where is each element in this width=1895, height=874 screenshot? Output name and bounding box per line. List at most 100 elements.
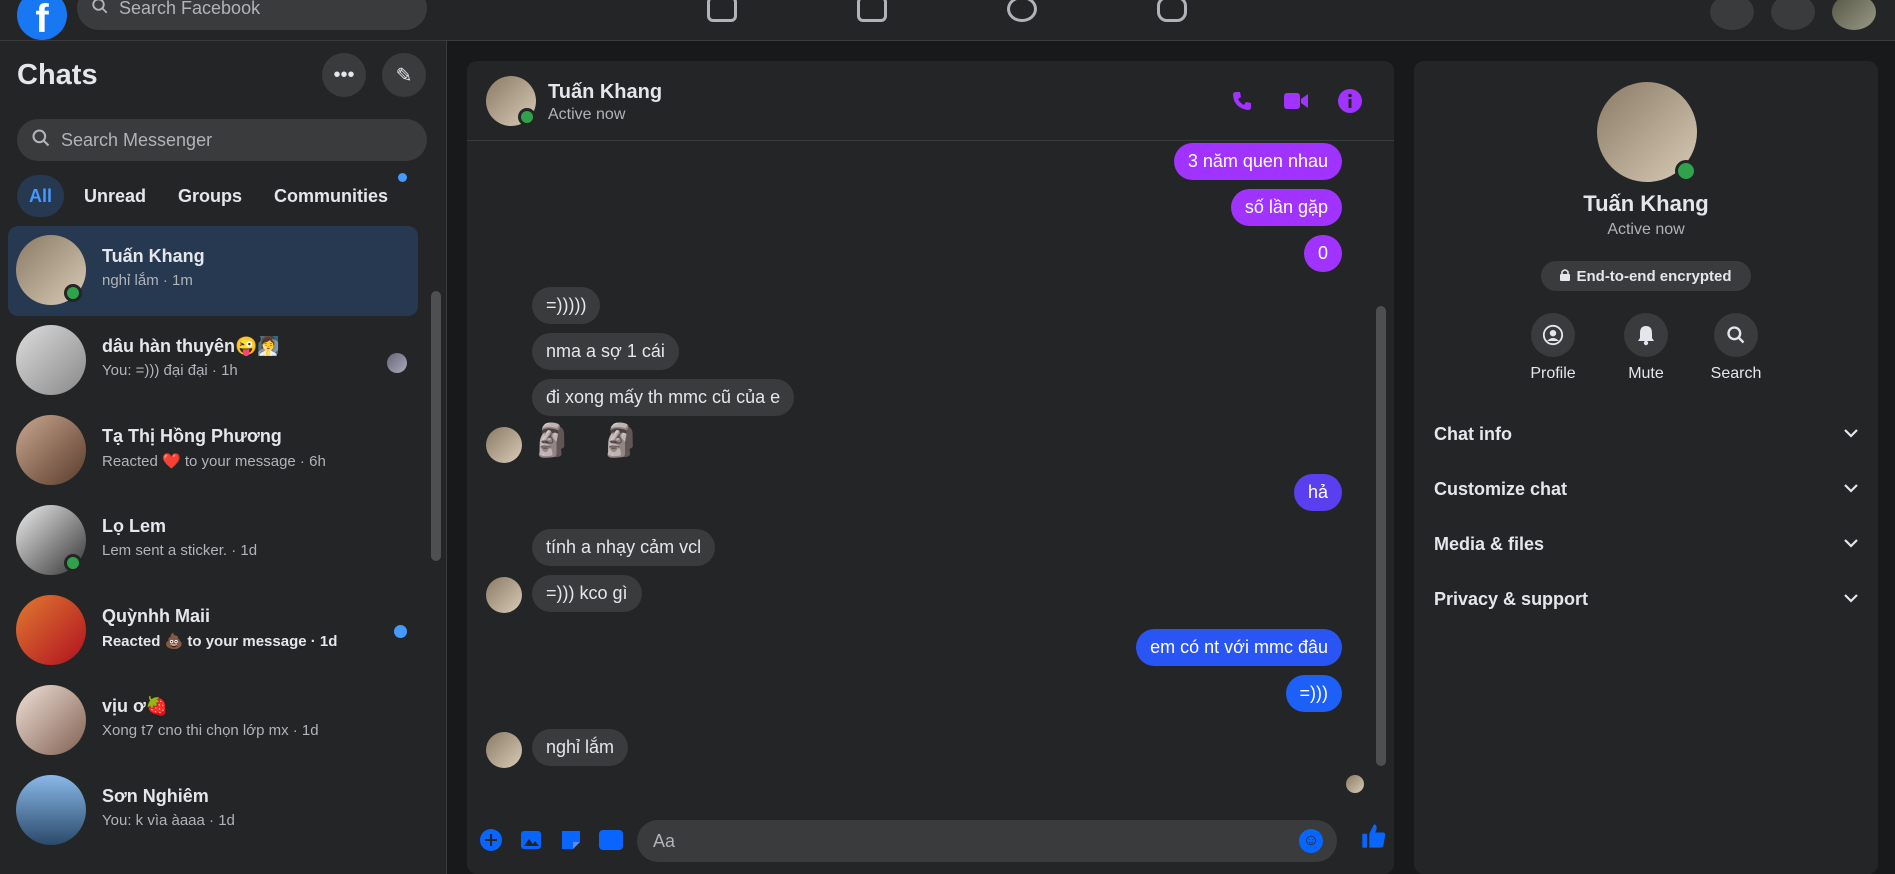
chat-item-son-nghiem[interactable]: Sơn Nghiêm You: k vìa àaaa · 1d [8, 766, 418, 856]
chevron-down-icon [1844, 535, 1858, 553]
section-label: Media & files [1434, 533, 1545, 554]
message-bubble-incoming[interactable]: =))))) [532, 287, 601, 324]
search-conversation-button[interactable]: Search [1691, 313, 1781, 383]
message-bubble-incoming[interactable]: nghỉ lắm [532, 729, 629, 766]
sticker-icon[interactable] [557, 826, 585, 854]
conversation-name[interactable]: Tuấn Khang [548, 81, 662, 104]
tab-communities[interactable]: Communities [262, 175, 400, 217]
message-bubble-outgoing[interactable]: hả [1293, 474, 1342, 511]
online-indicator [64, 284, 82, 302]
chat-list: Tuấn Khang nghỉ lắm · 1m dâu hàn thuyên😜… [8, 226, 418, 856]
message-bubble-incoming[interactable]: nma a sợ 1 cái [532, 333, 679, 370]
sticker-message[interactable]: 🗿 🗿 [532, 421, 651, 459]
facebook-search-placeholder: Search Facebook [119, 0, 261, 18]
message-thread: 3 năm quen nhau số lần gặp 0 =))))) nma … [467, 141, 1372, 801]
chat-item-lo-lem[interactable]: Lọ Lem Lem sent a sticker. · 1d [8, 496, 418, 586]
avatar [16, 685, 86, 755]
section-privacy-support[interactable]: Privacy & support [1434, 579, 1858, 619]
avatar [16, 595, 86, 665]
conversation-details-panel: Tuấn Khang Active now End-to-end encrypt… [1414, 61, 1878, 874]
online-indicator [518, 108, 536, 126]
chat-item-quynhh-maii[interactable]: Quỳnhh Maii Reacted 💩 to your message · … [8, 586, 418, 676]
phone-call-icon[interactable] [1227, 86, 1257, 116]
chat-name: dâu hàn thuyên😜🧖‍♀️ [102, 336, 280, 356]
read-receipt-avatar [1346, 775, 1364, 793]
message-bubble-outgoing[interactable]: 3 năm quen nhau [1173, 143, 1342, 180]
emoji-icon[interactable]: ☺ [1299, 829, 1323, 853]
message-bubble-incoming[interactable]: tính a nhạy cảm vcl [532, 529, 716, 566]
image-icon[interactable] [517, 826, 545, 854]
tab-unread[interactable]: Unread [72, 175, 158, 217]
chat-item-tuan-khang[interactable]: Tuấn Khang nghỉ lắm · 1m [8, 226, 418, 316]
facebook-search-input[interactable]: Search Facebook [77, 0, 427, 30]
search-icon [91, 0, 109, 20]
avatar [486, 577, 522, 613]
chat-preview: You: k vìa àaaa · 1d [102, 812, 235, 829]
online-indicator [1675, 160, 1697, 182]
chat-preview: Xong t7 cno thi chọn lớp mx · 1d [102, 722, 319, 739]
thread-scrollbar-thumb[interactable] [1376, 306, 1386, 766]
profile-name: Tuấn Khang [1583, 191, 1709, 216]
thread-scrollbar[interactable] [1376, 146, 1386, 781]
more-options-button[interactable]: ••• [322, 53, 366, 97]
watch-icon[interactable] [857, 0, 887, 22]
profile-button[interactable]: Profile [1508, 313, 1598, 383]
message-bubble-outgoing[interactable]: em có nt với mmc đâu [1136, 629, 1342, 666]
notifications-icon[interactable] [1771, 0, 1815, 30]
sidebar-scrollbar-thumb[interactable] [431, 291, 441, 561]
message-input[interactable]: Aa ☺ [637, 820, 1337, 862]
encryption-badge[interactable]: End-to-end encrypted [1541, 261, 1751, 291]
communities-notification-dot [398, 173, 407, 182]
chevron-down-icon [1844, 425, 1858, 443]
chat-name: vịu ơ🍓 [102, 696, 169, 716]
chevron-down-icon [1844, 480, 1858, 498]
section-customize-chat[interactable]: Customize chat [1434, 469, 1858, 509]
chat-preview: nghỉ lắm · 1m [102, 272, 193, 289]
facebook-logo[interactable]: f [17, 0, 67, 41]
bell-icon [1624, 313, 1668, 357]
chats-sidebar: Chats ••• ✎ Search Messenger All Unread … [0, 41, 447, 874]
search-label: Search [1710, 365, 1762, 382]
message-input-placeholder: Aa [653, 830, 676, 851]
chat-item-viu-o[interactable]: vịu ơ🍓 Xong t7 cno thi chọn lớp mx · 1d [8, 676, 418, 766]
gaming-icon[interactable] [1157, 0, 1187, 22]
home-icon[interactable] [707, 0, 737, 22]
plus-icon[interactable] [477, 826, 505, 854]
search-icon [1714, 313, 1758, 357]
groups-icon[interactable] [1007, 0, 1037, 22]
message-bubble-incoming[interactable]: đi xong mấy th mmc cũ của e [532, 379, 795, 416]
message-bubble-incoming[interactable]: =))) kco gì [532, 575, 642, 612]
info-icon[interactable] [1335, 86, 1365, 116]
encryption-label: End-to-end encrypted [1576, 267, 1732, 285]
section-label: Customize chat [1434, 478, 1568, 499]
mute-button[interactable]: Mute [1601, 313, 1691, 383]
compose-icon: ✎ [395, 64, 413, 87]
chat-name: Lọ Lem [102, 516, 167, 536]
menu-grid-icon[interactable] [1710, 0, 1754, 30]
section-media-files[interactable]: Media & files [1434, 524, 1858, 564]
search-icon [31, 128, 51, 153]
section-label: Chat info [1434, 423, 1512, 444]
chat-item-dau-han-thuyen[interactable]: dâu hàn thuyên😜🧖‍♀️ You: =))) đại đại · … [8, 316, 418, 406]
more-icon: ••• [333, 63, 355, 86]
profile-status: Active now [1607, 221, 1685, 238]
section-chat-info[interactable]: Chat info [1434, 414, 1858, 454]
new-message-button[interactable]: ✎ [382, 53, 426, 97]
chat-item-ta-thi-hong-phuong[interactable]: Tạ Thị Hồng Phương Reacted ❤️ to your me… [8, 406, 418, 496]
messenger-search-input[interactable]: Search Messenger [17, 119, 427, 161]
message-bubble-outgoing[interactable]: số lần gặp [1230, 189, 1342, 226]
profile-avatar[interactable] [1832, 0, 1876, 30]
like-icon[interactable] [1360, 822, 1388, 857]
sidebar-scrollbar[interactable] [431, 251, 441, 851]
message-bubble-outgoing[interactable]: =))) [1285, 675, 1342, 712]
video-call-icon[interactable] [1281, 86, 1311, 116]
message-bubble-outgoing[interactable]: 0 [1303, 235, 1342, 272]
seen-avatar [387, 353, 407, 373]
tab-all[interactable]: All [17, 175, 65, 217]
chat-name: Tạ Thị Hồng Phương [102, 426, 282, 446]
unread-indicator [394, 625, 407, 638]
gif-icon[interactable] [597, 826, 625, 854]
tab-groups[interactable]: Groups [166, 175, 254, 217]
conversation-status: Active now [548, 106, 626, 123]
chat-name: Quỳnhh Maii [102, 606, 210, 626]
